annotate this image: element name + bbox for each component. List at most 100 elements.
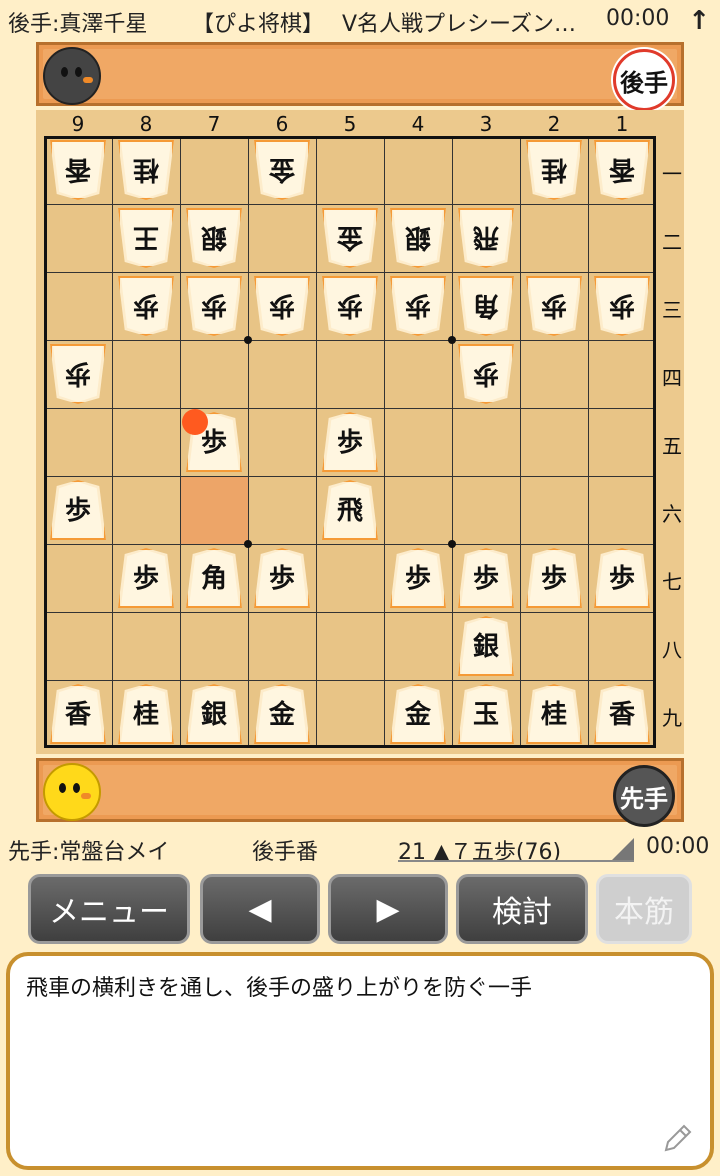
sente-time: 00:00 [646,834,710,859]
gote-piece[interactable]: 飛 [458,208,514,268]
gote-piece[interactable]: 歩 [594,276,650,336]
piece-label: 銀 [405,222,432,252]
gote-piece[interactable]: 桂 [526,140,582,200]
gote-piece[interactable]: 香 [594,140,650,200]
grid-line [112,139,113,745]
gote-piece[interactable]: 金 [254,140,310,200]
rank-label: 六 [662,502,682,526]
gote-piece[interactable]: 王 [118,208,174,268]
sente-piece[interactable]: 金 [254,684,310,744]
gote-badge: 後手 [613,49,675,111]
gote-piece[interactable]: 歩 [458,344,514,404]
analyze-button[interactable]: 検討 [456,874,588,944]
sente-piece-stand[interactable]: 先手 [36,758,684,827]
comment-box[interactable]: 飛車の横利きを通し、後手の盛り上がりを防ぐ一手 [6,952,714,1170]
sente-piece[interactable]: 銀 [458,616,514,676]
file-label: 9 [71,112,85,136]
grid-line [384,139,385,745]
piece-label: 銀 [472,632,499,662]
piece-label: 歩 [336,428,363,458]
grid-line [47,204,653,205]
sente-piece[interactable]: 桂 [526,684,582,744]
piece-label: 歩 [541,290,568,320]
piece-label: 歩 [473,358,500,388]
rank-label: 七 [662,570,682,594]
prev-move-button[interactable]: ◀ [200,874,320,944]
sente-piece[interactable]: 歩 [118,548,174,608]
grid-line [47,476,653,477]
piece-label: 金 [404,700,431,730]
sente-piece[interactable]: 歩 [458,548,514,608]
sente-piece[interactable]: 香 [50,684,106,744]
gote-piece[interactable]: 銀 [186,208,242,268]
gote-piece[interactable]: 香 [50,140,106,200]
gote-piece-stand[interactable]: 後手 [36,42,684,111]
rank-label: 九 [662,706,682,730]
piece-label: 歩 [404,564,431,594]
gote-piece[interactable]: 銀 [390,208,446,268]
top-bar: 後手:真澤千星 【ぴよ将棋】 V名人戦プレシーズン… 00:00 ↑ [0,0,720,40]
gote-piece[interactable]: 歩 [50,344,106,404]
grid-line [47,544,653,545]
next-move-button[interactable]: ▶ [328,874,448,944]
piece-label: 香 [65,154,92,184]
rank-label: 八 [662,638,682,662]
piece-label: 歩 [132,564,159,594]
file-label: 1 [615,112,629,136]
menu-button[interactable]: メニュー [28,874,190,944]
pencil-icon[interactable] [660,1122,694,1156]
piece-label: 桂 [132,700,159,730]
piece-label: 歩 [608,564,635,594]
sente-piece[interactable]: 歩 [594,548,650,608]
piece-label: 歩 [540,564,567,594]
gote-time: 00:00 [606,6,670,31]
gote-piece[interactable]: 歩 [254,276,310,336]
piece-label: 香 [609,154,636,184]
piece-label: 飛 [473,222,500,252]
piece-label: 玉 [472,700,499,730]
star-point [244,540,252,548]
star-point [448,336,456,344]
piece-label: 金 [269,154,296,184]
gote-piece[interactable]: 歩 [186,276,242,336]
file-label: 2 [547,112,561,136]
star-point [448,540,456,548]
grid-line [47,340,653,341]
file-labels: 9 8 7 6 5 4 3 2 1 [44,112,656,138]
gote-piece[interactable]: 角 [458,276,514,336]
sente-piece[interactable]: 歩 [254,548,310,608]
sente-piece[interactable]: 角 [186,548,242,608]
gote-piece[interactable]: 歩 [526,276,582,336]
piece-label: 歩 [405,290,432,320]
rank-label: 二 [662,230,682,254]
sente-piece[interactable]: 歩 [390,548,446,608]
sente-piece[interactable]: 歩 [322,412,378,472]
grid-line [47,612,653,613]
file-label: 8 [139,112,153,136]
piece-label: 歩 [64,496,91,526]
gote-piece[interactable]: 歩 [390,276,446,336]
comment-text: 飛車の横利きを通し、後手の盛り上がりを防ぐ一手 [26,976,533,1001]
sente-piece[interactable]: 玉 [458,684,514,744]
grid-line [452,139,453,745]
gote-piece[interactable]: 金 [322,208,378,268]
shogi-board[interactable]: 香桂金桂香王銀金銀飛歩歩歩歩歩角歩歩歩歩歩歩歩飛歩角歩歩歩歩歩銀香桂銀金金玉桂香 [44,136,656,748]
dropdown-triangle-icon[interactable] [612,838,634,860]
sente-piece[interactable]: 歩 [526,548,582,608]
gote-piece[interactable]: 桂 [118,140,174,200]
gote-piece[interactable]: 歩 [118,276,174,336]
piece-label: 角 [200,564,227,594]
move-selector-underline [398,860,634,862]
file-label: 7 [207,112,221,136]
sente-piece[interactable]: 飛 [322,480,378,540]
sente-piece[interactable]: 銀 [186,684,242,744]
piece-label: 飛 [336,496,363,526]
sente-piece[interactable]: 金 [390,684,446,744]
sente-piece[interactable]: 桂 [118,684,174,744]
grid-line [180,139,181,745]
gote-piece[interactable]: 歩 [322,276,378,336]
sente-piece[interactable]: 歩 [50,480,106,540]
arrow-up-icon[interactable]: ↑ [688,6,710,36]
sente-piece[interactable]: 香 [594,684,650,744]
grid-line [248,139,249,745]
